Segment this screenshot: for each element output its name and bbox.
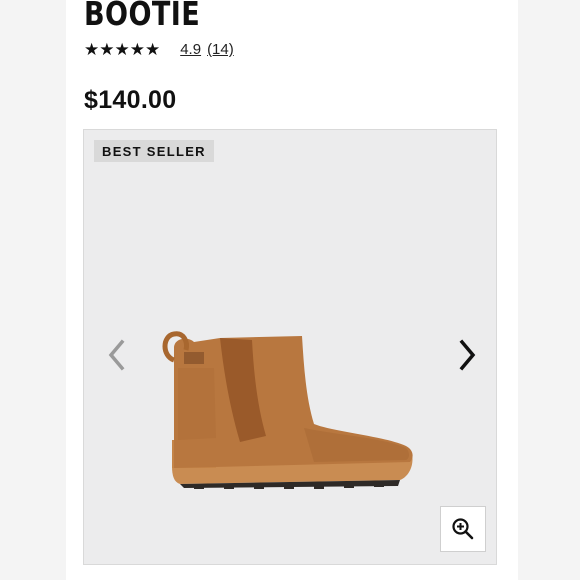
- chevron-left-icon: [108, 339, 125, 371]
- zoom-button[interactable]: [440, 506, 486, 552]
- product-title: BOOTIE: [84, 0, 201, 33]
- previous-image-button[interactable]: [102, 335, 132, 375]
- zoom-in-icon: [452, 518, 474, 540]
- chevron-right-icon: [459, 339, 476, 371]
- next-image-button[interactable]: [452, 335, 482, 375]
- product-price: $140.00: [84, 86, 177, 114]
- rating-row: ★★★★★ 4.9 (14): [84, 40, 234, 60]
- star-rating-icons: ★★★★★: [84, 40, 161, 59]
- rating-value-link[interactable]: 4.9: [180, 40, 201, 60]
- best-seller-badge: BEST SELLER: [94, 140, 214, 162]
- review-count-link[interactable]: (14): [207, 40, 234, 60]
- product-image-gallery[interactable]: BEST SELLER: [83, 129, 497, 565]
- product-image: [162, 331, 413, 489]
